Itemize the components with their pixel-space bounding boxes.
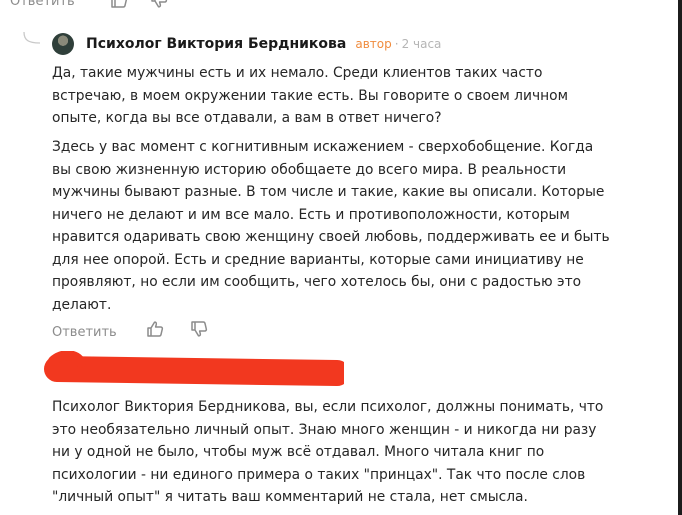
reply-paragraph-1: Да, такие мужчины есть и их немало. Сред… — [52, 65, 568, 126]
thumbs-up-icon[interactable] — [146, 320, 164, 338]
author-badge: автор — [355, 37, 392, 51]
thumbs-down-icon[interactable] — [150, 0, 168, 9]
avatar[interactable] — [52, 33, 74, 55]
redaction-mark — [37, 350, 350, 387]
prev-reply-link[interactable]: Ответить — [10, 0, 75, 9]
reply-actions: Ответить — [52, 320, 208, 344]
window-edge — [678, 0, 682, 515]
thumbs-down-icon[interactable] — [190, 320, 208, 338]
prev-comment-actions: Ответить — [10, 0, 168, 9]
next-comment-text: Психолог Виктория Бердникова, вы, если п… — [52, 399, 604, 505]
thumbs-up-icon[interactable] — [110, 0, 128, 9]
reply-link[interactable]: Ответить — [52, 325, 117, 340]
meta-separator: · — [394, 37, 399, 51]
reply-paragraph-2: Здесь у вас момент с когнитивным искажен… — [52, 139, 610, 313]
reply-author-row: Психолог Виктория Бердникова автор · 2 ч… — [52, 31, 441, 57]
thread-curve-icon — [22, 30, 42, 49]
comment-time: 2 часа — [401, 37, 442, 51]
author-name[interactable]: Психолог Виктория Бердникова — [86, 36, 346, 52]
